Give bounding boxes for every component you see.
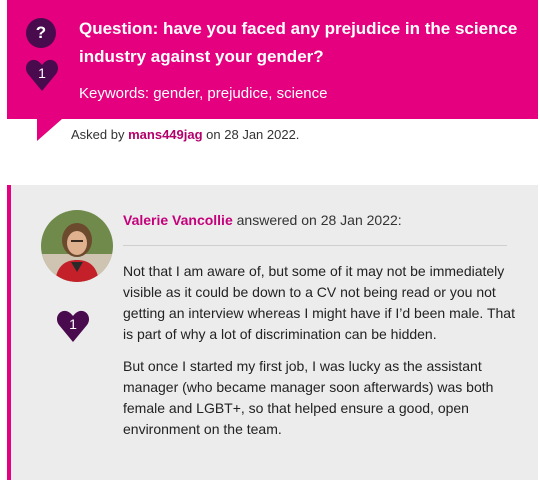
answer-paragraph: Not that I am aware of, but some of it m…: [123, 263, 515, 342]
asked-prefix: Asked by: [71, 127, 125, 142]
question-like-button[interactable]: 1: [25, 57, 59, 93]
divider: [123, 245, 507, 246]
question-title: Question: have you faced any prejudice i…: [79, 19, 518, 66]
avatar-photo: [41, 210, 113, 282]
question-keywords: Keywords: gender, prejudice, science: [79, 85, 328, 102]
avatar[interactable]: [41, 210, 113, 282]
question-card: ? 1 Question: have you faced any prejudi…: [7, 0, 538, 119]
answer-body: Not that I am aware of, but some of it m…: [123, 261, 523, 451]
answer-meta: Valerie Vancollie answered on 28 Jan 202…: [123, 212, 402, 228]
answer-card: 1 Valerie Vancollie answered on 28 Jan 2…: [7, 185, 538, 480]
question-like-count: 1: [38, 65, 46, 81]
answered-date: answered on 28 Jan 2022:: [236, 212, 402, 228]
answer-paragraph: But once I started my first job, I was l…: [123, 358, 494, 437]
asked-by-line: Asked by mans449jag on 28 Jan 2022.: [71, 127, 299, 142]
asker-link[interactable]: mans449jag: [128, 127, 202, 142]
answer-like-count: 1: [69, 316, 77, 332]
answer-like-button[interactable]: 1: [56, 308, 90, 344]
answer-author-link[interactable]: Valerie Vancollie: [123, 212, 233, 228]
question-mark-icon: ?: [26, 18, 56, 48]
asked-date: on 28 Jan 2022.: [206, 127, 300, 142]
question-speech-tail: [37, 119, 62, 141]
